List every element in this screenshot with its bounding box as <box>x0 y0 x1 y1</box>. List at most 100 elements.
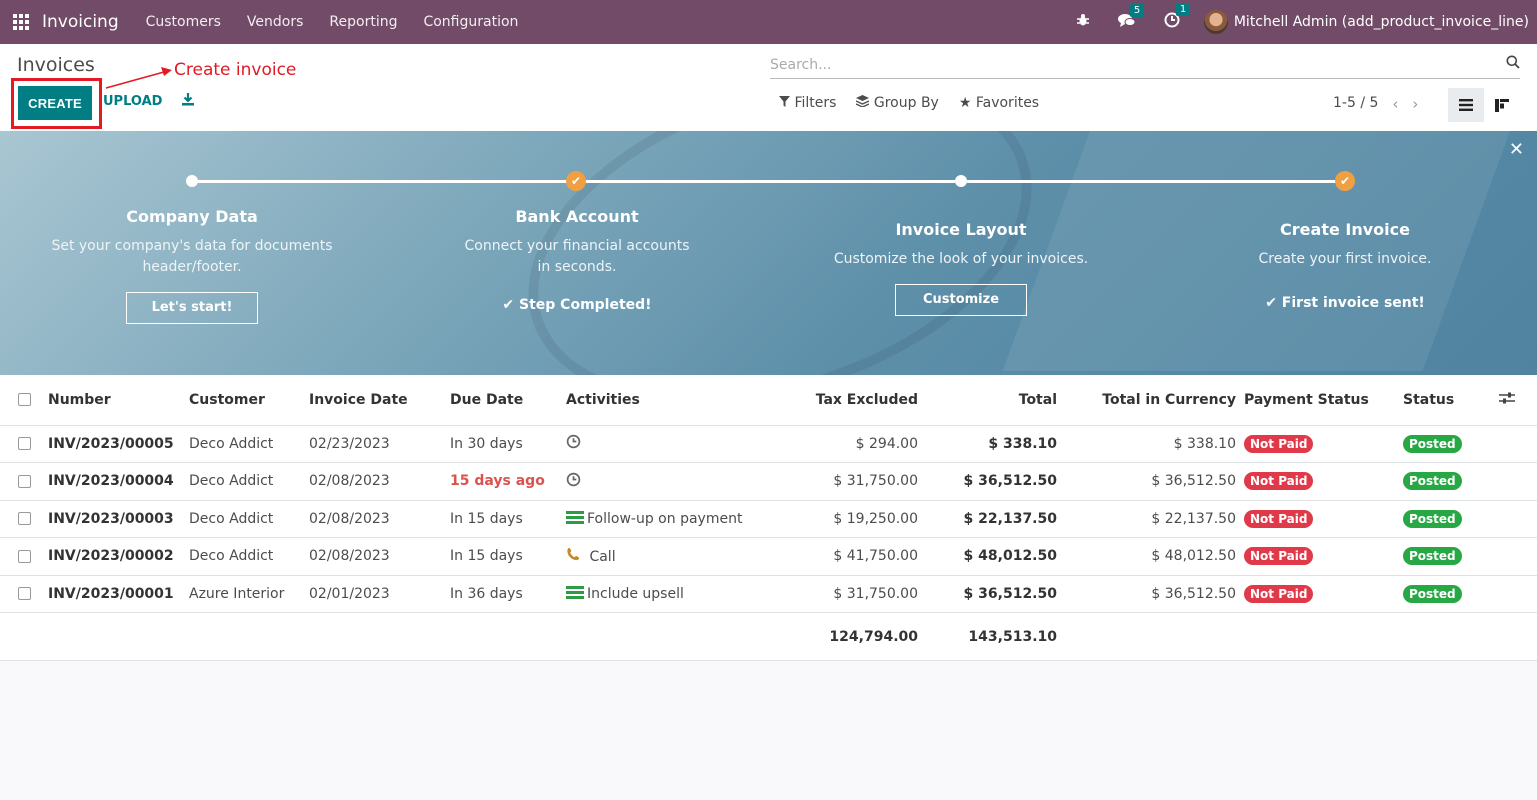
step-title: Bank Account <box>515 207 639 226</box>
col-invoice-date[interactable]: Invoice Date <box>309 375 450 426</box>
search-bar <box>770 52 1520 79</box>
sum-total: 143,513.10 <box>918 612 1057 661</box>
menu-reporting[interactable]: Reporting <box>316 14 410 30</box>
list-view-button[interactable] <box>1448 88 1484 122</box>
messages-count-badge: 5 <box>1129 3 1145 17</box>
search-input[interactable] <box>770 52 1490 78</box>
star-icon: ★ <box>958 95 972 111</box>
cell-number: INV/2023/00005 <box>48 425 189 463</box>
cell-activities[interactable]: Include upsell <box>566 575 796 613</box>
row-checkbox[interactable] <box>18 437 31 451</box>
upload-button[interactable]: UPLOAD <box>103 94 162 109</box>
user-menu[interactable]: Mitchell Admin (add_product_invoice_line… <box>1234 14 1529 30</box>
layers-icon <box>856 95 870 108</box>
col-activities[interactable]: Activities <box>566 375 796 426</box>
col-status[interactable]: Status <box>1403 375 1499 426</box>
status-badge: Posted <box>1403 472 1462 491</box>
annotation-label: Create invoice <box>174 60 297 80</box>
cell-number: INV/2023/00002 <box>48 537 189 576</box>
groupby-dropdown[interactable]: Group By <box>856 95 939 111</box>
optional-columns-toggle[interactable] <box>1499 375 1537 426</box>
col-customer[interactable]: Customer <box>189 375 309 426</box>
col-number[interactable]: Number <box>48 375 189 426</box>
phone-icon[interactable] <box>566 548 585 565</box>
menu-vendors[interactable]: Vendors <box>234 14 316 30</box>
table-row[interactable]: INV/2023/00003 Deco Addict 02/08/2023 In… <box>0 500 1537 538</box>
activity-clock-icon[interactable] <box>566 472 581 491</box>
table-row[interactable]: INV/2023/00001 Azure Interior 02/01/2023… <box>0 575 1537 613</box>
payment-status-badge: Not Paid <box>1244 509 1314 528</box>
todo-list-icon[interactable] <box>566 585 584 599</box>
cell-customer: Deco Addict <box>189 537 309 576</box>
activities-clock-icon[interactable]: 1 <box>1164 3 1191 32</box>
step-title: Company Data <box>126 207 258 226</box>
cell-total-currency: $ 36,512.50 <box>1057 462 1236 501</box>
close-banner-icon[interactable]: ✕ <box>1509 139 1524 160</box>
kanban-view-button[interactable] <box>1488 88 1516 122</box>
check-icon: ✔ <box>1265 295 1282 311</box>
activity-label: Include upsell <box>587 585 684 602</box>
progress-line <box>198 180 570 183</box>
control-panel: Invoices CREATE UPLOAD Create invoice Fi… <box>0 44 1537 131</box>
cell-total: $ 22,137.50 <box>918 500 1057 538</box>
pager-previous-icon[interactable]: ‹ <box>1392 95 1398 113</box>
customize-button[interactable]: Customize <box>895 284 1027 316</box>
messages-icon[interactable]: 5 <box>1117 3 1145 32</box>
cell-activities[interactable]: Follow-up on payment <box>566 500 796 538</box>
user-avatar[interactable] <box>1203 10 1228 34</box>
step-done-label: First invoice sent! <box>1281 295 1425 311</box>
table-row[interactable]: INV/2023/00004 Deco Addict 02/08/2023 15… <box>0 462 1537 501</box>
debug-bug-icon[interactable] <box>1076 13 1090 31</box>
table-row[interactable]: INV/2023/00002 Deco Addict 02/08/2023 In… <box>0 537 1537 576</box>
create-button[interactable]: CREATE <box>18 86 92 120</box>
cell-total-currency: $ 22,137.50 <box>1057 500 1236 538</box>
table-row[interactable]: INV/2023/00005 Deco Addict 02/23/2023 In… <box>0 425 1537 463</box>
cell-invoice-date: 02/08/2023 <box>309 537 450 576</box>
annotation-arrow-icon <box>105 67 172 89</box>
row-checkbox[interactable] <box>18 474 31 488</box>
cell-tax-excluded: $ 19,250.00 <box>796 500 918 538</box>
favorites-dropdown[interactable]: ★ Favorites <box>959 95 1039 111</box>
filters-dropdown[interactable]: Filters <box>779 95 836 111</box>
col-due-date[interactable]: Due Date <box>450 375 566 426</box>
activities-count-badge: 1 <box>1175 3 1191 16</box>
col-total-currency[interactable]: Total in Currency <box>1057 375 1236 426</box>
menu-customers[interactable]: Customers <box>133 14 234 30</box>
sum-tax-excluded: 124,794.00 <box>796 612 918 661</box>
cell-activities[interactable] <box>566 462 796 501</box>
todo-list-icon[interactable] <box>566 510 584 524</box>
step-done-check-icon: ✔ <box>566 171 586 191</box>
table-header-row: Number Customer Invoice Date Due Date Ac… <box>0 375 1537 426</box>
onboarding-banner: ✕ ✔ ✔ Company Data Set your company's da… <box>0 131 1537 375</box>
pager-value[interactable]: 1-5 / 5 <box>1333 95 1378 113</box>
pager-next-icon[interactable]: › <box>1412 95 1418 113</box>
row-checkbox[interactable] <box>18 512 31 526</box>
check-icon: ✔ <box>502 297 520 313</box>
lets-start-button[interactable]: Let's start! <box>126 292 258 324</box>
col-total[interactable]: Total <box>918 375 1057 426</box>
download-icon[interactable] <box>181 92 195 110</box>
row-checkbox[interactable] <box>18 549 31 563</box>
apps-grid-icon[interactable] <box>13 13 30 31</box>
invoice-table: Number Customer Invoice Date Due Date Ac… <box>0 375 1537 661</box>
cell-total-currency: $ 48,012.50 <box>1057 537 1236 576</box>
progress-line <box>967 180 1339 183</box>
activity-clock-icon[interactable] <box>566 434 581 453</box>
activity-label: Follow-up on payment <box>587 510 743 527</box>
search-icon[interactable] <box>1506 55 1520 73</box>
col-tax-excluded[interactable]: Tax Excluded <box>796 375 918 426</box>
step-done-label: Step Completed! <box>519 297 652 313</box>
row-checkbox[interactable] <box>18 587 31 601</box>
col-payment-status[interactable]: Payment Status <box>1236 375 1403 426</box>
menu-configuration[interactable]: Configuration <box>410 14 531 30</box>
cell-due-date: In 36 days <box>450 575 566 613</box>
cell-activities[interactable] <box>566 425 796 463</box>
cell-customer: Azure Interior <box>189 575 309 613</box>
status-badge: Posted <box>1403 584 1462 603</box>
select-all-checkbox[interactable] <box>18 393 31 407</box>
cell-due-date: In 15 days <box>450 537 566 576</box>
cell-customer: Deco Addict <box>189 500 309 538</box>
app-name[interactable]: Invoicing <box>42 12 119 32</box>
cell-tax-excluded: $ 31,750.00 <box>796 575 918 613</box>
cell-activities[interactable]: Call <box>566 537 796 576</box>
